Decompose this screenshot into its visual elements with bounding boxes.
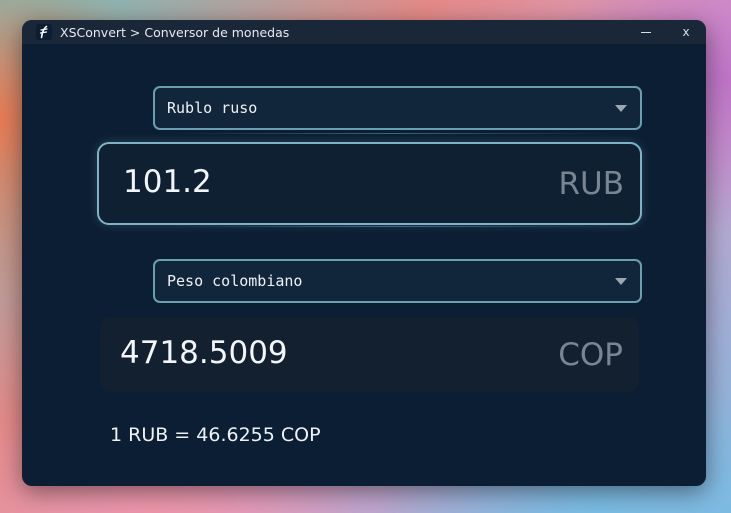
target-amount-value: 4718.5009: [120, 335, 288, 371]
app-logo-icon: [36, 24, 52, 40]
target-currency-select[interactable]: Peso colombiano: [153, 259, 642, 303]
app-window: XSConvert > Conversor de monedas x Rublo…: [22, 20, 706, 486]
divider: [172, 226, 612, 227]
window-title: XSConvert > Conversor de monedas: [60, 24, 290, 40]
exchange-rate-label: 1 RUB = 46.6255 COP: [110, 424, 321, 446]
chevron-down-icon: [615, 105, 627, 112]
source-amount-value: 101.2: [123, 164, 212, 200]
minimize-button[interactable]: [626, 20, 666, 44]
target-amount-output: 4718.5009 COP: [100, 317, 639, 392]
divider: [172, 133, 612, 134]
source-currency-code: RUB: [558, 166, 625, 202]
title-bar[interactable]: XSConvert > Conversor de monedas x: [22, 20, 706, 44]
source-currency-select[interactable]: Rublo ruso: [153, 86, 642, 130]
target-currency-code: COP: [558, 337, 623, 373]
close-button[interactable]: x: [666, 20, 706, 44]
minimize-icon: [641, 31, 651, 33]
target-currency-name: Peso colombiano: [167, 272, 303, 290]
source-currency-name: Rublo ruso: [167, 99, 258, 117]
chevron-down-icon: [615, 278, 627, 285]
source-amount-input[interactable]: 101.2 RUB: [97, 142, 642, 225]
